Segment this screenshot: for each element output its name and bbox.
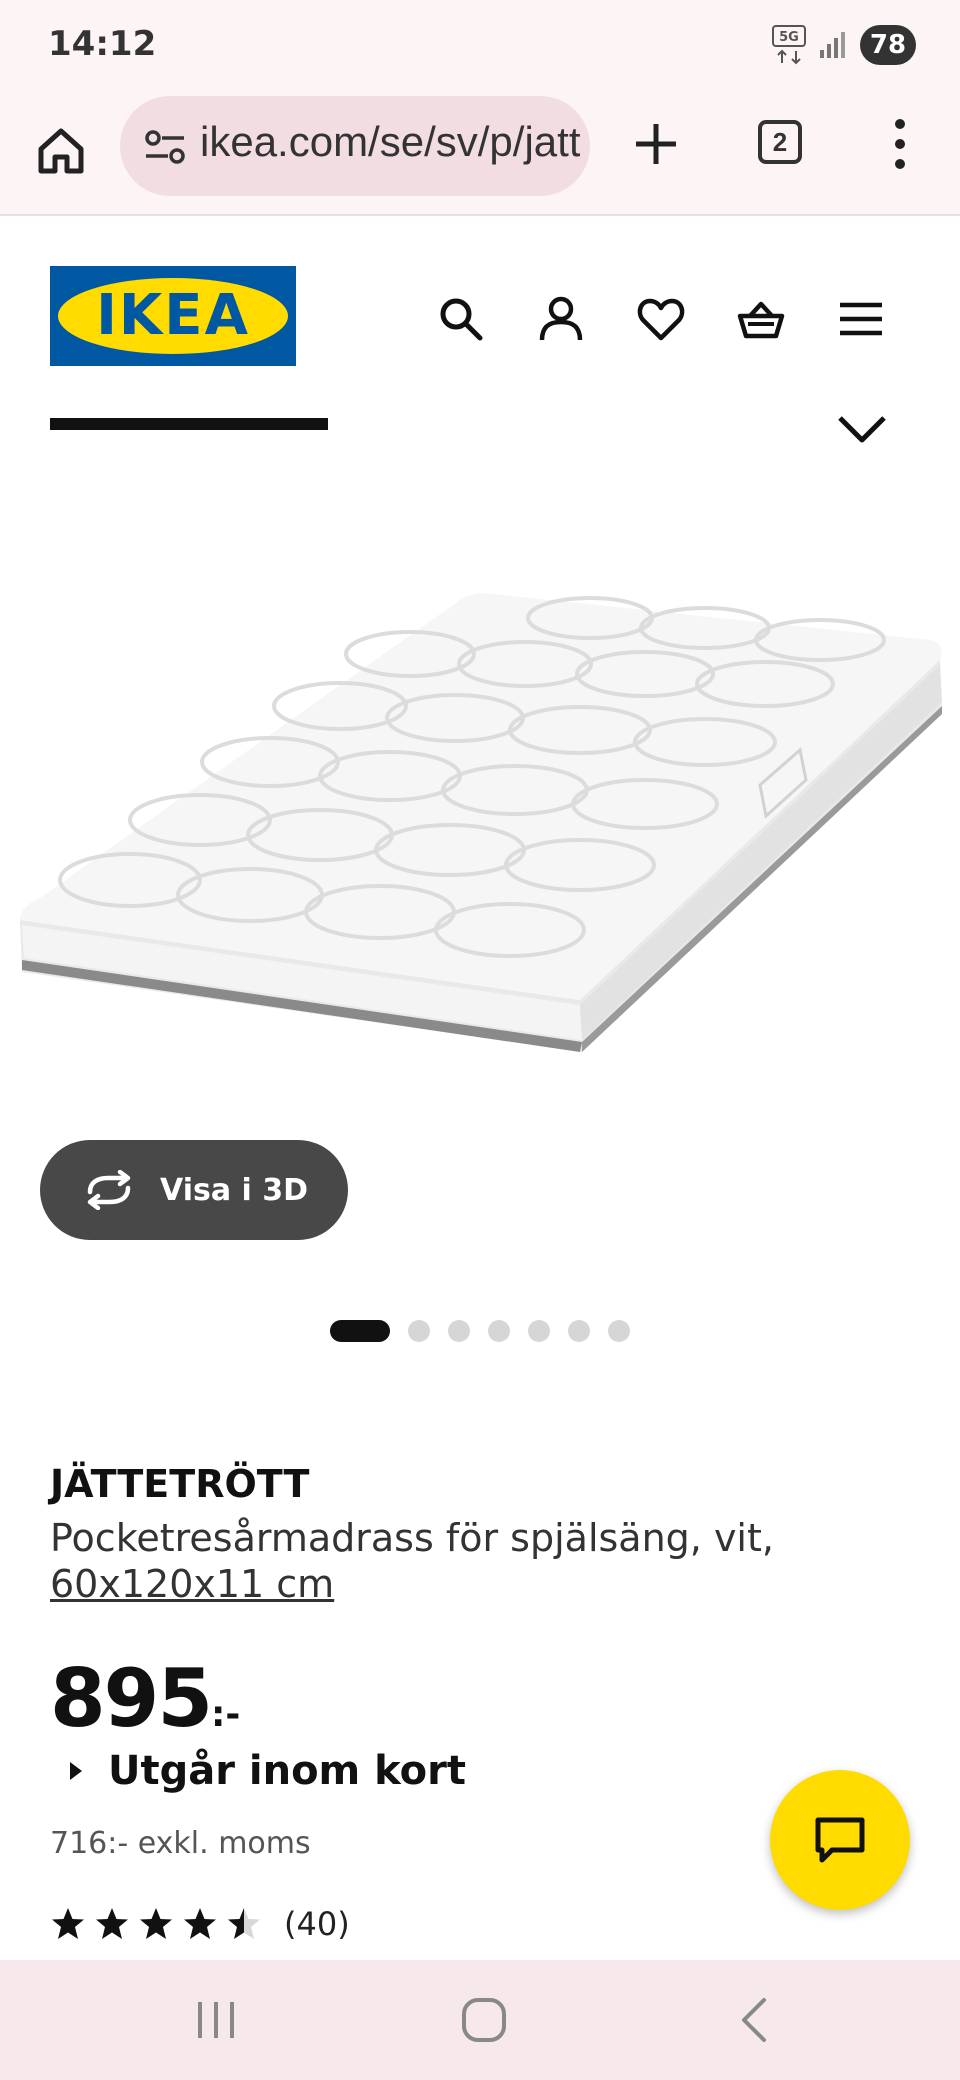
review-count: (40): [284, 1905, 350, 1943]
availability-text: Utgår inom kort: [108, 1748, 467, 1794]
url-text: ikea.com/se/sv/p/jattetrott-pocketresarm…: [200, 118, 580, 165]
menu-icon[interactable]: [836, 294, 886, 344]
chat-button[interactable]: [770, 1770, 910, 1910]
search-icon[interactable]: [436, 294, 486, 344]
status-icons: 5G 78: [772, 22, 916, 68]
back-icon[interactable]: [724, 1990, 784, 2050]
product-description: Pocketresårmadrass för spjälsäng, vit,: [50, 1516, 774, 1560]
caret-right-icon: [70, 1762, 82, 1780]
svg-text:5G: 5G: [779, 30, 799, 45]
pagination-dot[interactable]: [608, 1320, 630, 1342]
rating-stars-icon: [52, 1908, 260, 1939]
product-image[interactable]: [0, 440, 960, 1160]
home-icon: [38, 128, 84, 174]
recent-apps-icon[interactable]: [186, 1990, 246, 2050]
product-rating[interactable]: (40): [50, 1904, 350, 1944]
logo-text: IKEA: [96, 283, 250, 348]
status-time: 14:12: [48, 24, 157, 64]
pagination-dot[interactable]: [528, 1320, 550, 1342]
battery-indicator: 78: [860, 25, 916, 65]
pagination-dot[interactable]: [408, 1320, 430, 1342]
network-5g-icon: 5G: [772, 25, 806, 65]
price-suffix: :-: [211, 1694, 241, 1735]
site-header: IKEA: [0, 218, 960, 443]
price-amount: 895: [50, 1652, 213, 1745]
product-price: 895 :-: [50, 1652, 240, 1745]
product-name: JÄTTETRÖTT: [50, 1462, 310, 1506]
address-bar[interactable]: ikea.com/se/sv/p/jattetrott-pocketresarm…: [120, 96, 590, 196]
sub-nav-strip[interactable]: [50, 418, 328, 430]
chat-icon: [815, 1817, 865, 1863]
basket-icon[interactable]: [736, 294, 786, 344]
rotate-3d-icon: [87, 1170, 131, 1210]
browser-menu-button[interactable]: [872, 114, 928, 174]
availability-toggle[interactable]: Utgår inom kort: [70, 1748, 466, 1794]
browser-toolbar: ikea.com/se/sv/p/jattetrott-pocketresarm…: [0, 92, 960, 216]
new-tab-button[interactable]: [626, 114, 686, 174]
system-navigation-bar: [0, 1960, 960, 2080]
image-pagination-dots: [330, 1320, 630, 1342]
heart-icon[interactable]: [636, 294, 686, 344]
ikea-logo[interactable]: IKEA: [50, 266, 296, 366]
status-bar: 14:12 5G 78: [0, 0, 960, 92]
account-icon[interactable]: [536, 294, 586, 344]
product-size-link[interactable]: 60x120x11 cm: [50, 1562, 334, 1606]
home-nav-icon[interactable]: [454, 1990, 514, 2050]
site-settings-icon[interactable]: [142, 124, 188, 170]
pagination-dot[interactable]: [448, 1320, 470, 1342]
pagination-dot[interactable]: [568, 1320, 590, 1342]
price-excl-vat: 716:- exkl. moms: [50, 1826, 311, 1861]
home-button[interactable]: [30, 120, 92, 182]
pagination-dot[interactable]: [330, 1320, 390, 1342]
view-in-3d-button[interactable]: Visa i 3D: [40, 1140, 348, 1240]
tab-switcher-button[interactable]: 2: [752, 114, 808, 170]
tab-count: 2: [758, 120, 802, 164]
view-in-3d-label: Visa i 3D: [160, 1172, 309, 1208]
signal-icon: [820, 32, 845, 58]
pagination-dot[interactable]: [488, 1320, 510, 1342]
